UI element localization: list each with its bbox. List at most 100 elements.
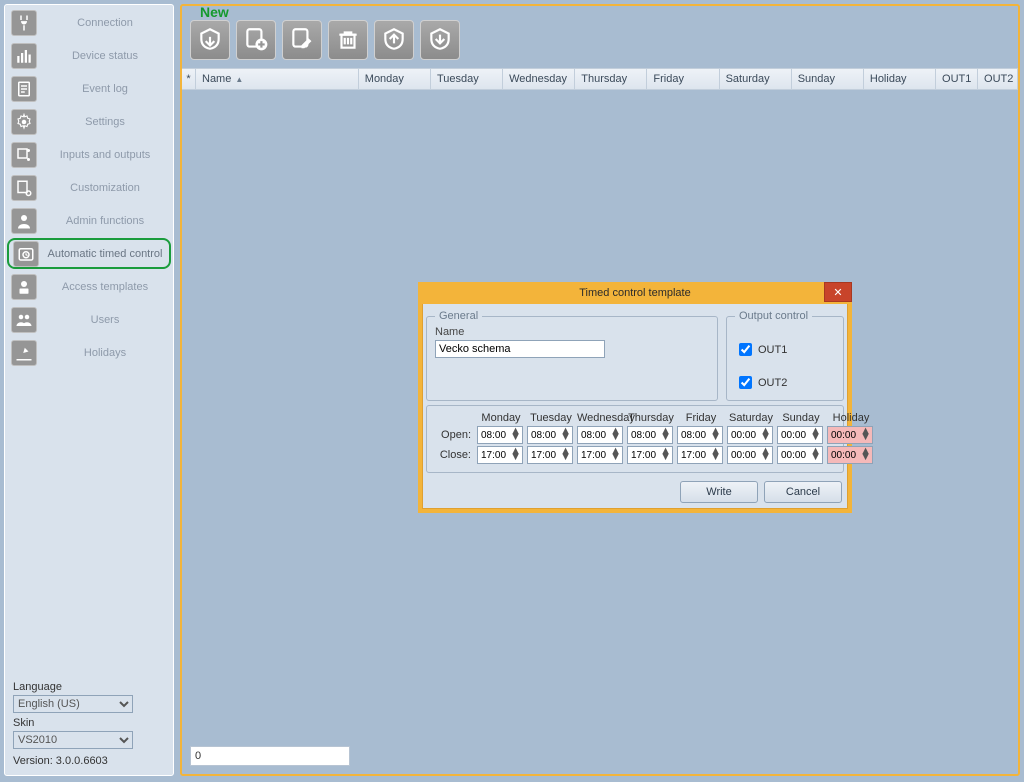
sidebar-item-inputs-outputs[interactable]: Inputs and outputs [7,139,171,170]
sched-hdr-monday: Monday [477,412,525,424]
sidebar-item-users[interactable]: Users [7,304,171,335]
sched-hdr-friday: Friday [677,412,725,424]
sidebar-item-label: Customization [43,182,167,194]
toolbar-export-button[interactable] [420,20,460,60]
sidebar-item-connection[interactable]: Connection [7,7,171,38]
name-input[interactable] [435,340,605,358]
grid-col-out1[interactable]: OUT1 [936,69,978,89]
sidebar-item-admin-functions[interactable]: Admin functions [7,205,171,236]
grid-col-name[interactable]: Name [196,69,359,89]
sidebar-item-label: Admin functions [43,215,167,227]
out1-text: OUT1 [758,344,787,356]
sidebar-item-customization[interactable]: Customization [7,172,171,203]
toolbar-read-button[interactable] [190,20,230,60]
event-log-icon [11,76,37,102]
new-icon [243,26,269,55]
edit-icon [289,26,315,55]
open-sunday[interactable]: 00:00▲▼ [777,426,823,444]
sidebar-item-label: Holidays [43,347,167,359]
automatic-timed-control-icon [13,241,39,267]
delete-icon [335,26,361,55]
sched-hdr-wednesday: Wednesday [577,412,625,424]
device-status-icon [11,43,37,69]
sidebar-item-automatic-timed-control[interactable]: Automatic timed control [7,238,171,269]
close-monday[interactable]: 17:00▲▼ [477,446,523,464]
sidebar-item-label: Settings [43,116,167,128]
cancel-button[interactable]: Cancel [764,481,842,503]
out1-checkbox-label[interactable]: OUT1 [735,340,787,359]
nav-list: Connection Device status Event log Settings… [5,5,173,370]
dialog-close-button[interactable]: ✕ [824,282,852,302]
close-friday[interactable]: 17:00▲▼ [677,446,723,464]
sidebar-item-holidays[interactable]: Holidays [7,337,171,368]
out2-text: OUT2 [758,377,787,389]
read-icon [197,26,223,55]
toolbar-edit-button[interactable] [282,20,322,60]
grid-col-wednesday[interactable]: Wednesday [503,69,575,89]
toolbar-delete-button[interactable] [328,20,368,60]
annotation-new: New [200,4,229,20]
close-tuesday[interactable]: 17:00▲▼ [527,446,573,464]
out2-checkbox-label[interactable]: OUT2 [735,373,787,392]
close-saturday[interactable]: 00:00▲▼ [727,446,773,464]
output-legend: Output control [735,310,812,322]
grid-col-holiday[interactable]: Holiday [864,69,936,89]
out2-checkbox[interactable] [739,376,752,389]
sidebar-item-label: Device status [43,50,167,62]
out1-checkbox[interactable] [739,343,752,356]
close-thursday[interactable]: 17:00▲▼ [627,446,673,464]
grid-col-saturday[interactable]: Saturday [720,69,792,89]
export-icon [427,26,453,55]
grid-col-out2[interactable]: OUT2 [978,69,1018,89]
users-icon [11,307,37,333]
sched-hdr-holiday: Holiday [827,412,875,424]
close-wednesday[interactable]: 17:00▲▼ [577,446,623,464]
sidebar-footer: Language English (US) Skin VS2010 Versio… [5,673,173,775]
open-label: Open: [435,429,475,441]
fieldset-general: General Name [426,310,718,401]
sched-hdr-thursday: Thursday [627,412,675,424]
sidebar-item-access-templates[interactable]: Access templates [7,271,171,302]
open-wednesday[interactable]: 08:00▲▼ [577,426,623,444]
sched-hdr-tuesday: Tuesday [527,412,575,424]
open-saturday[interactable]: 00:00▲▼ [727,426,773,444]
settings-icon [11,109,37,135]
sidebar-item-label: Automatic timed control [45,248,165,260]
language-select[interactable]: English (US) [13,695,133,713]
holidays-icon [11,340,37,366]
open-thursday[interactable]: 08:00▲▼ [627,426,673,444]
close-icon: ✕ [833,286,842,299]
write-button[interactable]: Write [680,481,758,503]
toolbar-new-button[interactable] [236,20,276,60]
grid-row-marker: * [182,69,196,89]
toolbar-import-button[interactable] [374,20,414,60]
sidebar-item-label: Inputs and outputs [43,149,167,161]
open-friday[interactable]: 08:00▲▼ [677,426,723,444]
open-monday[interactable]: 08:00▲▼ [477,426,523,444]
language-label: Language [13,681,165,693]
sidebar-item-device-status[interactable]: Device status [7,40,171,71]
grid-col-sunday[interactable]: Sunday [792,69,864,89]
sidebar-item-event-log[interactable]: Event log [7,73,171,104]
grid-col-tuesday[interactable]: Tuesday [431,69,503,89]
sidebar-item-label: Event log [43,83,167,95]
open-tuesday[interactable]: 08:00▲▼ [527,426,573,444]
sidebar-item-label: Users [43,314,167,326]
sidebar-item-settings[interactable]: Settings [7,106,171,137]
status-input[interactable] [190,746,350,766]
close-sunday[interactable]: 00:00▲▼ [777,446,823,464]
sidebar-item-label: Connection [43,17,167,29]
fieldset-output: Output control OUT1 OUT2 [726,310,844,401]
inputs-outputs-icon [11,142,37,168]
grid-col-monday[interactable]: Monday [359,69,431,89]
grid-col-friday[interactable]: Friday [647,69,719,89]
general-legend: General [435,310,482,322]
access-templates-icon [11,274,37,300]
grid-col-thursday[interactable]: Thursday [575,69,647,89]
skin-select[interactable]: VS2010 [13,731,133,749]
schedule-box: MondayTuesdayWednesdayThursdayFridaySatu… [426,405,844,473]
import-icon [381,26,407,55]
close-holiday[interactable]: 00:00▲▼ [827,446,873,464]
open-holiday[interactable]: 00:00▲▼ [827,426,873,444]
skin-label: Skin [13,717,165,729]
